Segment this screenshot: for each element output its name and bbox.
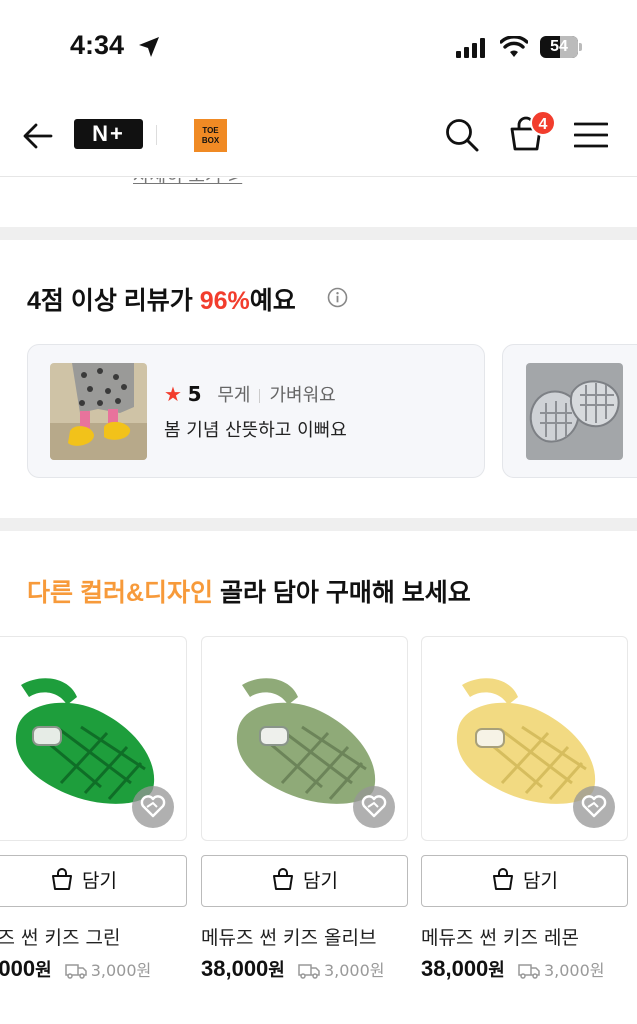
add-to-cart-button[interactable]: 담기 — [0, 855, 187, 907]
review-photo — [50, 363, 147, 460]
shopping-bag-icon — [493, 868, 514, 890]
review-text: 봄 기념 산뜻하고 이뻐요 — [164, 420, 347, 441]
back-arrow-icon[interactable] — [22, 121, 54, 151]
product-price-row: 38,000원 3,000원 — [421, 956, 605, 981]
nav-divider — [156, 125, 157, 145]
wishlist-button[interactable] — [573, 786, 615, 828]
product-price-row: 8,000원 3,000원 — [0, 956, 151, 982]
delivery-truck-icon — [298, 964, 320, 979]
cellular-signal-icon — [456, 38, 485, 58]
wishlist-button[interactable] — [353, 786, 395, 828]
review-photo — [526, 363, 623, 460]
attr-separator — [259, 389, 261, 403]
product-image[interactable] — [421, 636, 628, 841]
cart-count-badge: 4 — [530, 110, 556, 136]
battery-icon: 54 — [540, 36, 582, 58]
delivery-truck-icon — [64, 964, 87, 979]
shipping-fee: 3,000원 — [64, 961, 151, 980]
status-time: 4:34 — [70, 30, 125, 60]
add-to-cart-button[interactable]: 담기 — [421, 855, 628, 907]
review-score: 5 — [187, 382, 202, 406]
product-name[interactable]: 메듀즈 썬 키즈 올리브 — [201, 923, 376, 950]
related-products-title: 다른 컬러&디자인 골라 담아 구매해 보세요 — [27, 579, 471, 607]
wifi-icon — [500, 36, 528, 57]
info-icon[interactable] — [327, 287, 348, 308]
status-bar: 4:34 54 — [0, 0, 637, 95]
location-arrow-icon — [139, 37, 159, 57]
product-price-row: 38,000원 3,000원 — [201, 956, 385, 981]
search-icon[interactable] — [444, 117, 480, 153]
product-price: 38,000 — [421, 956, 489, 981]
wishlist-button[interactable] — [132, 786, 174, 828]
review-section-title: 4점 이상 리뷰가 96%예요 — [27, 287, 296, 315]
product-image[interactable] — [201, 636, 408, 841]
section-divider — [0, 227, 637, 240]
review-card[interactable] — [502, 344, 637, 478]
shipping-fee: 3,000원 — [518, 961, 604, 980]
star-icon: ★ — [164, 382, 182, 406]
hamburger-menu-icon[interactable] — [574, 122, 608, 148]
product-price: 8,000 — [0, 956, 36, 981]
review-attr-value: 가벼워요 — [269, 385, 336, 406]
shipping-fee: 3,000원 — [298, 961, 384, 980]
shopping-bag-icon — [273, 868, 294, 890]
product-image[interactable] — [0, 636, 187, 841]
review-rating-row: ★ 5 무게 가벼워요 — [164, 381, 336, 407]
review-attr-key: 무게 — [217, 385, 251, 406]
product-price: 38,000 — [201, 956, 269, 981]
section-divider — [0, 518, 637, 531]
add-to-cart-button[interactable]: 담기 — [201, 855, 408, 907]
nplus-logo[interactable]: N+ — [74, 119, 143, 149]
top-nav: N+ TOE BOX 4 — [0, 95, 637, 177]
toebox-store-logo[interactable]: TOE BOX — [194, 119, 227, 152]
product-name[interactable]: 메듀즈 썬 키즈 레몬 — [421, 923, 579, 950]
product-name[interactable]: 듀즈 썬 키즈 그린 — [0, 923, 120, 950]
review-card[interactable]: ★ 5 무게 가벼워요 봄 기념 산뜻하고 이뻐요 — [27, 344, 485, 478]
shopping-bag-icon — [52, 868, 73, 890]
delivery-truck-icon — [518, 964, 540, 979]
